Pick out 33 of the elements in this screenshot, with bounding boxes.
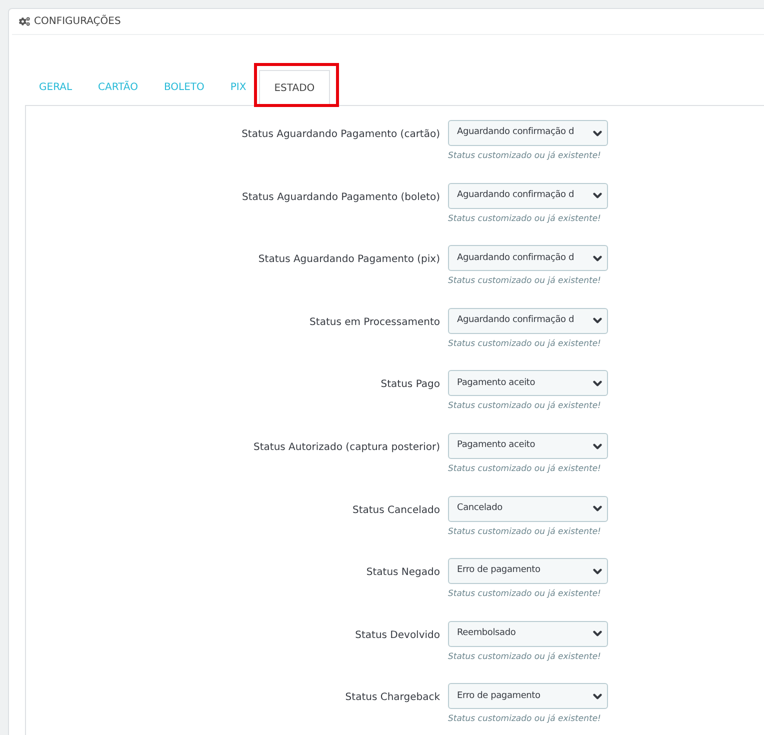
help-text: Status customizado ou já existente! [448,400,602,414]
help-text: Status customizado ou já existente! [448,588,602,601]
field-label: Status Aguardando Pagamento (pix) [257,253,441,268]
status-select[interactable]: Aguardando confirmação d [448,120,608,146]
help-text: Status customizado ou já existente! [448,713,602,726]
field-label: Status Aguardando Pagamento (cartão) [240,128,441,142]
status-select[interactable]: Erro de pagamento [448,683,608,710]
help-text: Status customizado ou já existente! [448,463,602,476]
field-label: Status Pago [380,378,441,392]
panel-title: CONFIGURAÇÕES [34,14,121,30]
field-label: Status Cancelado [351,504,441,518]
status-select[interactable]: Aguardando confirmação d [448,308,608,334]
field-label: Status Chargeback [344,691,441,706]
field-label: Status Autorizado (captura posterior) [252,441,441,456]
field-label: Status em Processamento [308,316,441,330]
status-select[interactable]: Erro de pagamento [448,558,608,584]
status-select[interactable]: Pagamento aceito [448,433,608,460]
help-text: Status customizado ou já existente! [448,212,602,226]
status-select[interactable]: Aguardando confirmação d [448,245,608,272]
status-select[interactable]: Cancelado [448,496,608,522]
help-text: Status customizado ou já existente! [448,150,602,163]
field-label: Status Aguardando Pagamento (boleto) [241,190,441,205]
help-text: Status customizado ou já existente! [448,338,602,351]
help-text: Status customizado ou já existente! [448,275,602,288]
help-text: Status customizado ou já existente! [448,526,602,538]
status-select[interactable]: Aguardando confirmação d [448,182,608,209]
help-text: Status customizado ou já existente! [448,650,602,664]
status-select[interactable]: Reembolsado [448,620,608,647]
field-label: Status Negado [365,566,441,580]
field-label: Status Devolvido [354,628,441,643]
gears-icon [19,16,30,28]
status-select[interactable]: Pagamento aceito [448,370,608,396]
tab[interactable]: ESTADO [259,70,330,106]
